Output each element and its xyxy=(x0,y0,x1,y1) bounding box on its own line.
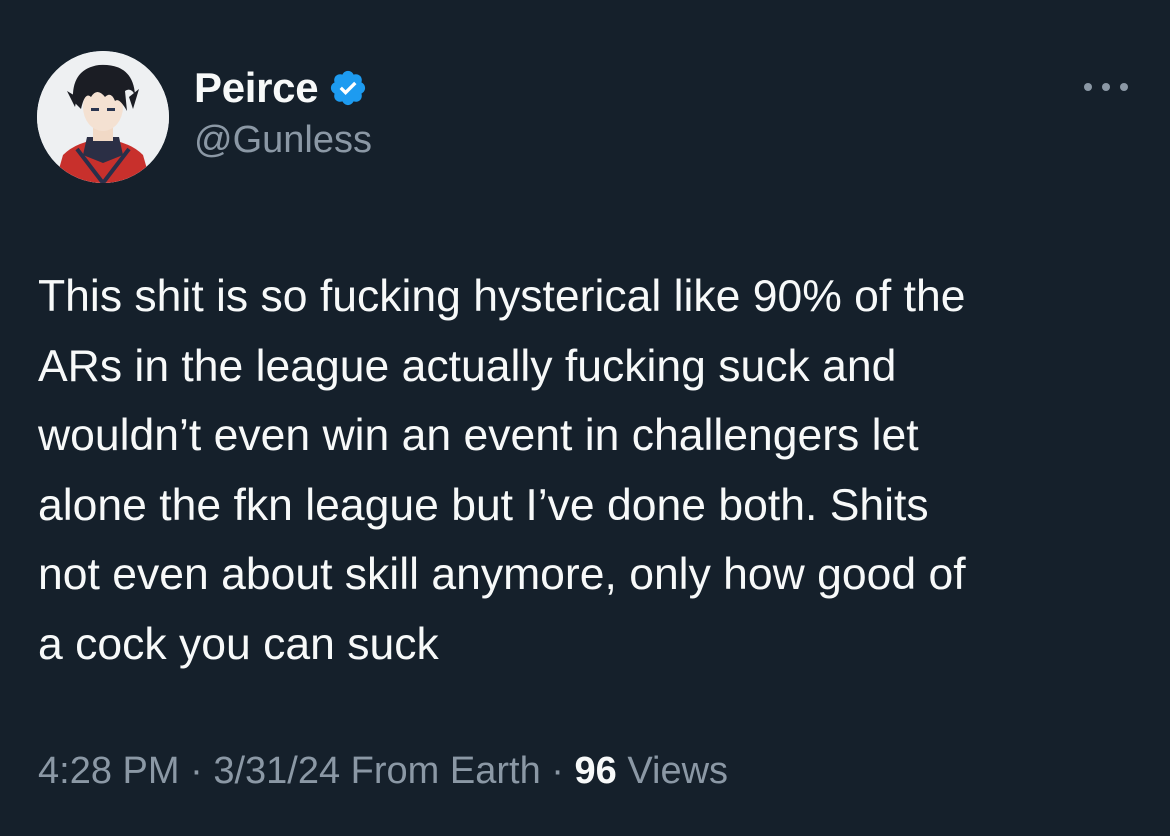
tweet: Peirce @Gunless This shit is so fucking … xyxy=(0,0,1170,836)
author-handle[interactable]: @Gunless xyxy=(194,119,372,162)
meta-separator: · xyxy=(551,750,564,792)
avatar[interactable] xyxy=(37,51,169,183)
author-name-row: Peirce xyxy=(194,64,368,112)
more-dot xyxy=(1120,83,1128,91)
tweet-date[interactable]: 3/31/24 xyxy=(213,750,340,792)
tweet-meta: 4:28 PM · 3/31/24 From Earth · 96 Views xyxy=(38,750,728,793)
more-dot xyxy=(1084,83,1092,91)
tweet-time[interactable]: 4:28 PM xyxy=(38,750,180,792)
views-count: 96 xyxy=(574,750,617,792)
tweet-text: This shit is so fucking hysterical like … xyxy=(38,272,966,669)
meta-separator: · xyxy=(190,750,203,792)
verified-badge-icon xyxy=(328,68,368,108)
avatar-image xyxy=(37,51,169,183)
more-dot xyxy=(1102,83,1110,91)
tweet-location: From Earth xyxy=(350,750,541,792)
display-name[interactable]: Peirce xyxy=(194,64,319,112)
views-label: Views xyxy=(627,750,729,792)
more-options-icon[interactable] xyxy=(1084,72,1128,102)
